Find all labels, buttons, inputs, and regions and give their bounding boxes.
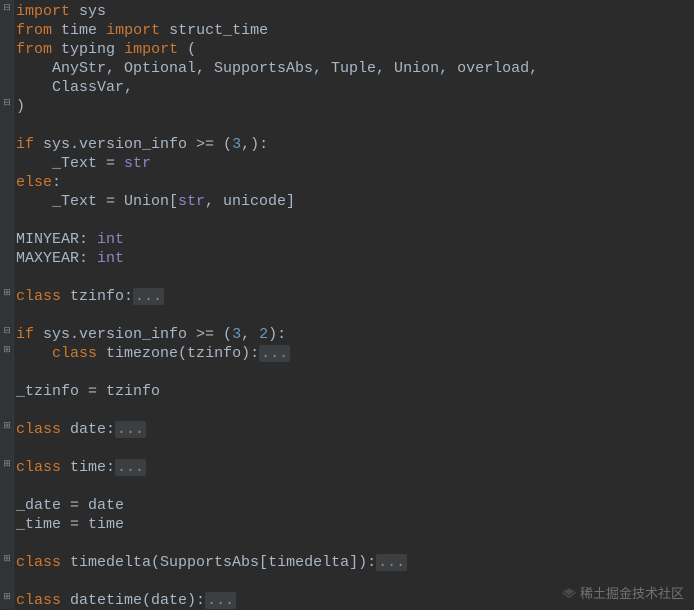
keyword: class <box>16 459 61 476</box>
identifier: sys <box>79 3 106 20</box>
code-line: class timezone(tzinfo):... <box>16 345 290 362</box>
keyword: from <box>16 41 52 58</box>
fold-icon[interactable]: ⊟ <box>2 326 12 336</box>
code-line: MAXYEAR: int <box>16 250 124 267</box>
fold-icon[interactable]: ⊟ <box>2 3 12 13</box>
class-name: datetime(date): <box>70 592 205 609</box>
code-line: if sys.version_info >= (3, 2): <box>16 326 286 343</box>
fold-ellipsis[interactable]: ... <box>115 421 146 438</box>
juejin-icon <box>562 587 576 601</box>
class-name: timedelta(SupportsAbs[timedelta]): <box>70 554 376 571</box>
code-line: class time:... <box>16 459 146 476</box>
code-line: ) <box>16 98 25 115</box>
expression: ): <box>268 326 286 343</box>
paren: ( <box>187 41 196 58</box>
code-line: from typing import ( <box>16 41 196 58</box>
class-name: tzinfo: <box>70 288 133 305</box>
gutter: ⊟ ⊟ ⊞ ⊟ ⊞ ⊞ ⊞ ⊞ ⊞ <box>0 0 14 609</box>
identifier: time <box>61 22 97 39</box>
code-line: else: <box>16 174 61 191</box>
code-line: class date:... <box>16 421 146 438</box>
fold-icon[interactable]: ⊞ <box>2 554 12 564</box>
expression: , <box>241 326 259 343</box>
expression: sys.version_info >= ( <box>43 326 232 343</box>
expression: sys.version_info >= ( <box>43 136 232 153</box>
number: 2 <box>259 326 268 343</box>
code-line: _tzinfo = tzinfo <box>16 383 160 400</box>
code-line: if sys.version_info >= (3,): <box>16 136 268 153</box>
keyword: import <box>16 3 70 20</box>
fold-icon[interactable]: ⊞ <box>2 592 12 602</box>
number: 3 <box>232 136 241 153</box>
class-name: date: <box>70 421 115 438</box>
expression: _Text = <box>16 155 124 172</box>
watermark-text: 稀土掘金技术社区 <box>580 584 684 603</box>
code-line: AnyStr, Optional, SupportsAbs, Tuple, Un… <box>16 60 538 77</box>
identifier: typing <box>61 41 115 58</box>
code-area[interactable]: import sys from time import struct_time … <box>16 2 538 610</box>
fold-ellipsis[interactable]: ... <box>115 459 146 476</box>
class-name: time: <box>70 459 115 476</box>
keyword: else <box>16 174 52 191</box>
keyword: class <box>16 554 61 571</box>
keyword: if <box>16 326 34 343</box>
keyword: import <box>124 41 178 58</box>
code-line: class timedelta(SupportsAbs[timedelta]):… <box>16 554 407 571</box>
keyword: class <box>52 345 97 362</box>
builtin: str <box>124 155 151 172</box>
code-line: from time import struct_time <box>16 22 268 39</box>
identifier: MAXYEAR: <box>16 250 97 267</box>
code-line: ClassVar, <box>16 79 133 96</box>
code-line: _Text = str <box>16 155 151 172</box>
keyword: class <box>16 421 61 438</box>
fold-ellipsis[interactable]: ... <box>133 288 164 305</box>
expression: , unicode] <box>205 193 295 210</box>
fold-ellipsis[interactable]: ... <box>376 554 407 571</box>
code-line: class datetime(date):... <box>16 592 236 609</box>
fold-icon[interactable]: ⊞ <box>2 345 12 355</box>
code-line: _date = date <box>16 497 124 514</box>
identifier: struct_time <box>169 22 268 39</box>
builtin: int <box>97 231 124 248</box>
keyword: class <box>16 288 61 305</box>
fold-ellipsis[interactable]: ... <box>259 345 290 362</box>
class-name: timezone(tzinfo): <box>106 345 259 362</box>
code-line: class tzinfo:... <box>16 288 164 305</box>
code-line: MINYEAR: int <box>16 231 124 248</box>
code-line: import sys <box>16 3 106 20</box>
watermark: 稀土掘金技术社区 <box>562 584 684 603</box>
fold-icon[interactable]: ⊞ <box>2 459 12 469</box>
colon: : <box>52 174 61 191</box>
builtin: int <box>97 250 124 267</box>
expression: _Text = Union[ <box>16 193 178 210</box>
fold-icon[interactable]: ⊞ <box>2 421 12 431</box>
number: 3 <box>232 326 241 343</box>
keyword: import <box>106 22 160 39</box>
code-line: _Text = Union[str, unicode] <box>16 193 295 210</box>
keyword: if <box>16 136 34 153</box>
keyword: from <box>16 22 52 39</box>
identifier: MINYEAR: <box>16 231 97 248</box>
code-line: _time = time <box>16 516 124 533</box>
expression: ,): <box>241 136 268 153</box>
fold-icon[interactable]: ⊞ <box>2 288 12 298</box>
fold-ellipsis[interactable]: ... <box>205 592 236 609</box>
builtin: str <box>178 193 205 210</box>
keyword: class <box>16 592 61 609</box>
fold-icon[interactable]: ⊟ <box>2 98 12 108</box>
